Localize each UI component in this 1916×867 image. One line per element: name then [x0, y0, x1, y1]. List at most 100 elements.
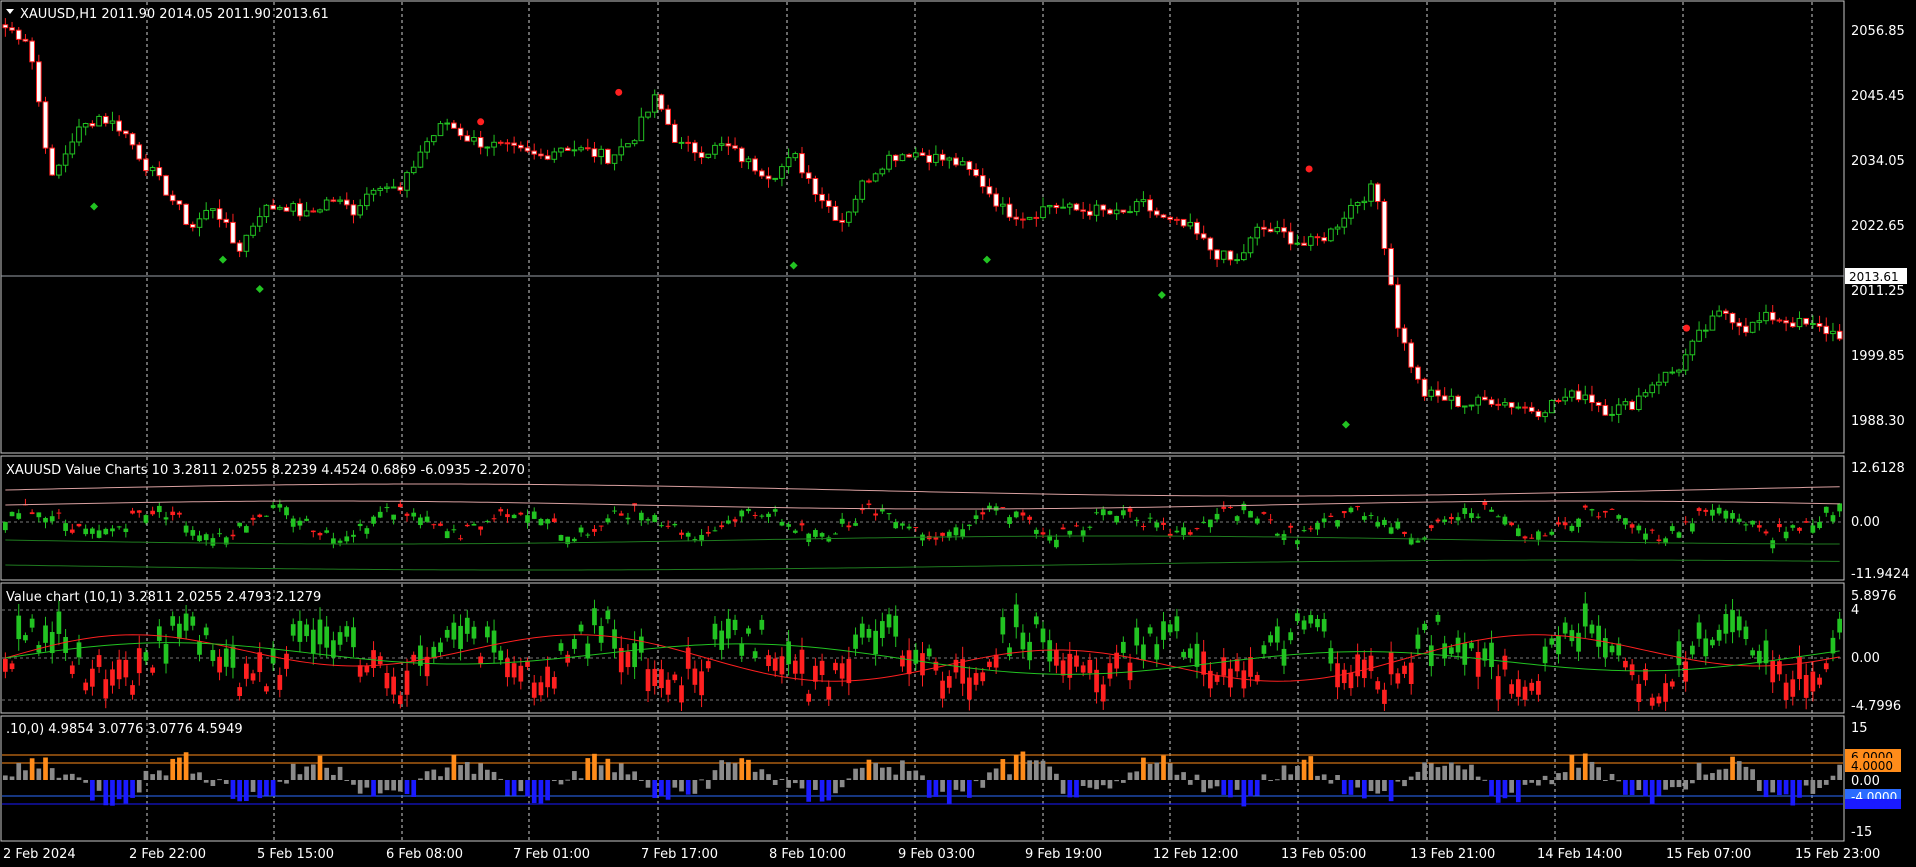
value-chart-bar: [183, 613, 189, 631]
vc-body: [572, 538, 577, 542]
candle-body: [1167, 216, 1174, 220]
value-chart-bar: [1161, 621, 1166, 640]
candle-body: [578, 147, 584, 151]
vc-body: [1033, 529, 1039, 534]
vc-body: [411, 512, 417, 517]
candle-body: [1729, 312, 1736, 324]
vc-body: [464, 524, 470, 527]
value-chart-bar: [993, 654, 999, 668]
oscillator-bar: [210, 780, 216, 787]
value-chart-bar: [217, 656, 222, 673]
value-chart-bar: [1750, 650, 1755, 656]
oscillator-bar: [692, 780, 698, 794]
value-chart-bar: [1736, 616, 1742, 631]
oscillator-bar: [1750, 769, 1755, 780]
oscillator-bar: [1315, 775, 1320, 780]
oscillator-bar: [36, 768, 42, 780]
value-chart-bar: [759, 619, 765, 630]
vc-body: [1455, 517, 1461, 521]
vc-body: [598, 525, 604, 527]
candle-body: [986, 186, 993, 195]
value-chart-bar: [210, 650, 216, 661]
oscillator-bar: [244, 780, 249, 802]
candle-body: [758, 170, 765, 177]
value-chart-bar: [813, 665, 818, 682]
oscillator-bar: [712, 770, 718, 780]
oscillator-bar: [551, 780, 557, 782]
oscillator-bar: [143, 770, 149, 780]
oscillator-bar: [1375, 780, 1381, 794]
value-chart-bar: [96, 655, 102, 667]
value-chart-bar: [444, 629, 450, 638]
oscillator-bar: [116, 780, 122, 800]
oscillator-bar: [679, 780, 684, 792]
candle-body: [243, 234, 250, 252]
oscillator-bar: [1515, 780, 1521, 803]
value-chart-bar: [1268, 635, 1273, 643]
value-chart-bar: [424, 656, 430, 677]
oscillator-bar: [156, 770, 162, 780]
value-chart-bar: [384, 672, 390, 689]
oscillator-bar: [1656, 780, 1662, 796]
vc-body: [833, 533, 838, 535]
vc-body: [351, 534, 356, 537]
candle-body: [1502, 402, 1508, 406]
vc-body: [960, 529, 966, 537]
candle-body: [1394, 284, 1401, 329]
vc-body: [1228, 506, 1233, 508]
candle-body: [725, 143, 732, 147]
candle-body: [189, 223, 196, 228]
value-charts-series: [2, 483, 1843, 571]
candle-body: [1187, 221, 1194, 227]
price-axis-label: 2034.05: [1851, 154, 1905, 169]
value-chart-bar: [826, 686, 832, 700]
candle-body: [1207, 237, 1214, 251]
oscillator-bar: [1676, 780, 1682, 788]
time-axis-label: 15 Feb 07:00: [1666, 847, 1751, 862]
vc-body: [1609, 508, 1615, 510]
candle-body: [544, 155, 551, 160]
oscillator-bar: [592, 753, 597, 780]
vc-body: [659, 525, 664, 527]
vc-body: [940, 532, 945, 536]
oscillator-bar: [1013, 754, 1019, 780]
vc-body: [69, 529, 75, 533]
oscillator-bar: [103, 780, 109, 806]
candle-body: [1441, 395, 1448, 401]
value-chart-bar: [1281, 648, 1287, 666]
candle-body: [129, 133, 136, 146]
vc-body: [1636, 525, 1642, 531]
value-chart-bar: [16, 615, 22, 640]
vc-body: [819, 533, 825, 537]
oscillator-bar: [170, 758, 176, 780]
main-pane-frame: [0, 0, 1845, 454]
oscillator-bar: [284, 780, 289, 784]
vc-body: [879, 509, 885, 512]
value-chart-bar: [1837, 618, 1842, 633]
candle-body: [1287, 231, 1294, 245]
collapse-triangle-icon[interactable]: [6, 9, 14, 14]
vc-body: [197, 535, 202, 542]
oscillator-bar: [578, 778, 584, 780]
oscillator-bar: [1683, 780, 1689, 790]
oscillator-bar: [1234, 780, 1240, 790]
oscillator-bar: [1556, 773, 1561, 780]
value-chart-bar: [1469, 642, 1474, 649]
candle-body: [384, 186, 390, 189]
oscillator-bar: [1649, 780, 1655, 805]
vc-body: [1435, 519, 1441, 522]
vc-body: [1576, 518, 1581, 527]
oscillator-bar: [1388, 780, 1394, 802]
vc-body: [331, 538, 336, 545]
vc-body: [1582, 505, 1588, 508]
vc-body: [685, 532, 691, 537]
vc-body: [1248, 511, 1253, 518]
value-chart-bar: [103, 679, 109, 699]
value-chart-bar: [1361, 659, 1367, 679]
oscillator-bar: [920, 775, 925, 780]
value-chart-bar: [1676, 641, 1682, 666]
chart-canvas[interactable]: 2013.61 XAUUSD,H1 2011.90 2014.05 2011.9…: [0, 0, 1916, 867]
vc-body: [1489, 509, 1494, 512]
value-chart-bar: [357, 665, 363, 677]
oscillator-bar: [163, 775, 169, 780]
